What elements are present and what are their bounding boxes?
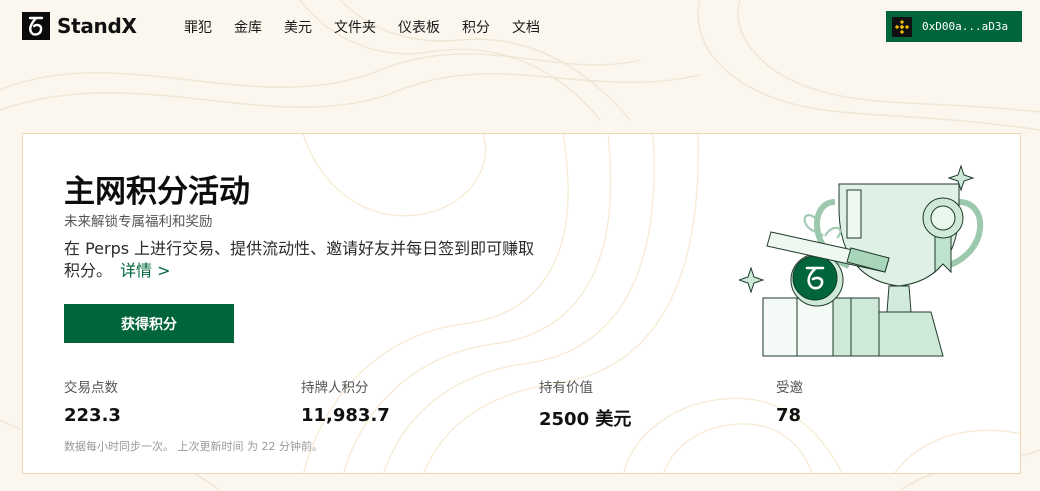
- wallet-button[interactable]: 0xD00a...aD3a: [886, 11, 1022, 42]
- campaign-description: 在 Perps 上进行交易、提供流动性、邀请好友并每日签到即可赚取积分。 详情 >: [64, 238, 544, 282]
- page-title: 主网积分活动: [64, 174, 250, 210]
- brand-logo[interactable]: StandX: [22, 12, 137, 40]
- stat-label: 交易点数: [64, 380, 118, 396]
- stat-holding-value: 持有价值 2500 美元: [539, 376, 631, 431]
- stat-label: 持有价值: [539, 380, 593, 396]
- nav-item-points[interactable]: 积分: [462, 17, 490, 37]
- nav-item-folder[interactable]: 文件夹: [334, 17, 376, 37]
- stat-label: 持牌人积分: [301, 380, 369, 396]
- brand-name: StandX: [57, 14, 137, 38]
- stat-value: 2500 美元: [539, 409, 632, 430]
- trophy-illustration: [739, 164, 984, 357]
- stat-label: 受邀: [776, 380, 803, 396]
- nav-item-vault[interactable]: 金库: [234, 17, 262, 37]
- stat-value: 11,983.7: [301, 405, 390, 426]
- stat-invited: 受邀 78: [776, 376, 803, 426]
- wallet-address: 0xD00a...aD3a: [922, 20, 1009, 33]
- stat-value: 78: [776, 405, 802, 426]
- nav-item-criminal[interactable]: 罪犯: [184, 17, 212, 37]
- stat-value: 223.3: [64, 405, 121, 426]
- main-nav: 罪犯 金库 美元 文件夹 仪表板 积分 文档: [184, 17, 562, 37]
- sync-footnote: 数据每小时同步一次。 上次更新时间 为 22 分钟前。: [64, 440, 323, 453]
- stat-holder-points: 持牌人积分 11,983.7: [301, 376, 390, 426]
- points-campaign-card: 主网积分活动 未来解锁专属福利和奖励 在 Perps 上进行交易、提供流动性、邀…: [22, 133, 1021, 474]
- nav-item-usd[interactable]: 美元: [284, 17, 312, 37]
- top-navbar: StandX 罪犯 金库 美元 文件夹 仪表板 积分 文档 0xD00a...a…: [0, 0, 1040, 52]
- page-subtitle: 未来解锁专属福利和奖励: [64, 214, 213, 230]
- nav-item-dashboard[interactable]: 仪表板: [398, 17, 440, 37]
- standx-logo-icon: [22, 12, 50, 40]
- get-points-button[interactable]: 获得积分: [64, 304, 234, 343]
- binance-icon: [892, 16, 912, 37]
- nav-item-docs[interactable]: 文档: [512, 17, 540, 37]
- details-link[interactable]: 详情 >: [120, 261, 171, 280]
- stat-trading-points: 交易点数 223.3: [64, 376, 121, 426]
